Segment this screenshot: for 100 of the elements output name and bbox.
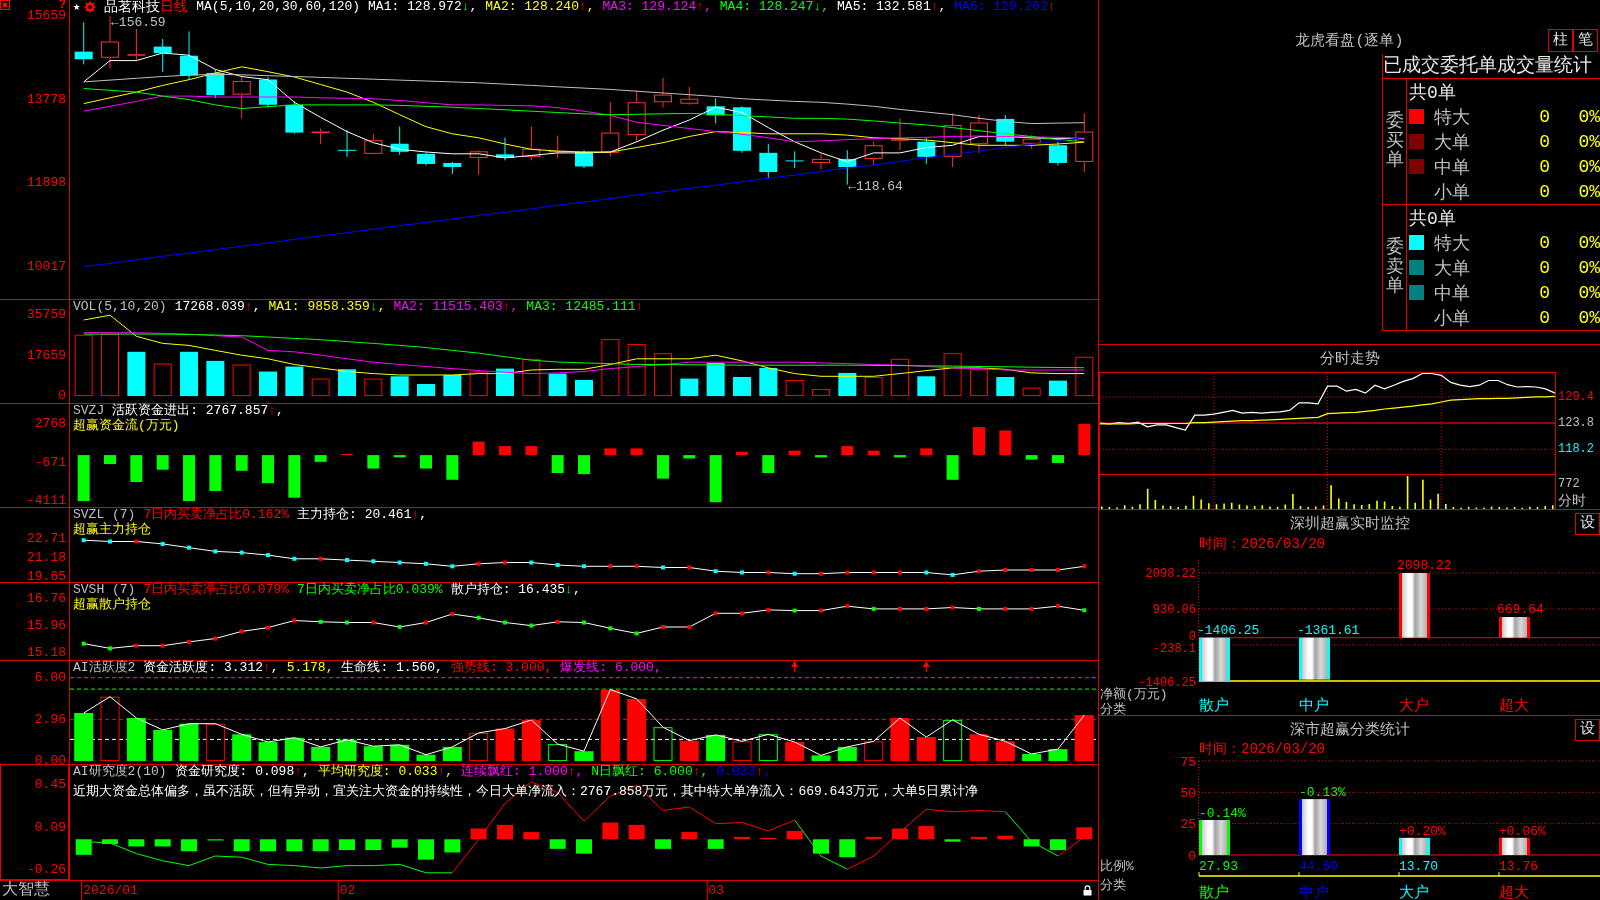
candlestick	[1075, 112, 1094, 173]
axis-label: 2768	[34, 417, 66, 432]
legend-separator: ,	[575, 765, 584, 779]
candlestick	[1048, 141, 1067, 166]
group-label: 委买单	[1385, 111, 1404, 172]
change-marker	[397, 560, 402, 565]
order-type: 特大	[1434, 106, 1471, 129]
order-share: 0%	[1577, 156, 1600, 177]
axis-title: 比例%	[1100, 859, 1134, 874]
settings-button[interactable]: 设	[1575, 513, 1600, 535]
change-marker	[1003, 568, 1008, 572]
change-marker	[450, 612, 455, 616]
legend-separator: ,	[704, 0, 712, 14]
view-button[interactable]: 柱	[1548, 28, 1573, 52]
change-marker	[424, 620, 428, 625]
net-amount-bar	[1399, 573, 1430, 638]
activity-bar	[653, 727, 673, 762]
section-title: 深圳超赢实时监控	[1289, 514, 1410, 533]
activity-bar	[785, 742, 805, 762]
research-bar	[707, 839, 724, 849]
change-marker	[713, 611, 718, 616]
research-bar	[418, 839, 434, 860]
activity-bar	[416, 754, 436, 762]
order-share: 0%	[1577, 106, 1600, 127]
change-marker	[582, 564, 586, 569]
flow-bar	[235, 455, 248, 471]
legend-separator: ,	[821, 0, 830, 14]
axis-label: 2098.22	[1145, 567, 1196, 582]
research-bar	[602, 822, 619, 840]
legend-separator: ,	[572, 583, 581, 597]
axis-label: -0.26	[27, 863, 66, 878]
favorite-star[interactable]: ★	[73, 0, 81, 14]
change-marker	[529, 560, 534, 565]
candlestick	[680, 86, 699, 106]
volume-bar	[812, 389, 830, 397]
view-button[interactable]: 笔	[1573, 28, 1598, 52]
candlestick	[891, 117, 909, 151]
flow-bar	[920, 448, 933, 456]
change-marker	[213, 549, 218, 554]
axis-title: 分类	[1100, 878, 1126, 893]
square-icon[interactable]	[0, 0, 10, 10]
activity-bar	[679, 740, 699, 762]
share-bar	[1499, 837, 1530, 855]
legend-separator: ,	[252, 300, 261, 314]
research-bar	[970, 836, 987, 840]
net-amount-bar	[1499, 617, 1530, 638]
research-bar	[786, 830, 803, 840]
activity-bar	[153, 729, 173, 762]
candlestick	[311, 128, 330, 145]
volume-bar	[759, 367, 778, 397]
change-marker	[345, 558, 349, 563]
help-mark[interactable]: ?	[58, 0, 66, 10]
candlestick	[338, 129, 356, 158]
activity-bar	[311, 746, 331, 762]
change-marker	[1029, 568, 1034, 572]
settings-button[interactable]: 设	[1575, 719, 1600, 741]
category-label: 超大	[1499, 698, 1529, 715]
value-label: 2098.22	[1397, 558, 1452, 573]
change-marker	[476, 615, 481, 620]
change-marker	[503, 620, 507, 625]
change-marker	[108, 646, 113, 651]
candlestick	[206, 68, 225, 99]
value-label: 669.64	[1497, 602, 1544, 617]
research-bar	[497, 824, 513, 840]
indicator-subtitle: 超赢主力持仓	[73, 523, 151, 537]
gear-icon[interactable]	[84, 1, 97, 13]
axis-label: 25	[1180, 817, 1196, 833]
axis-label: -671	[34, 455, 66, 470]
flow-bar	[393, 455, 406, 458]
activity-bar	[284, 737, 304, 762]
change-marker	[740, 570, 744, 575]
section-title: 深市超赢分类统计	[1289, 720, 1410, 739]
change-marker	[503, 560, 507, 565]
activity-bar	[205, 723, 225, 762]
activity-bar	[969, 734, 989, 762]
period-label[interactable]: 日线	[160, 0, 189, 14]
signal-arrow	[922, 661, 930, 673]
change-marker	[871, 606, 876, 611]
trend-arrow: ↑	[411, 508, 420, 522]
volume-bar	[311, 378, 330, 397]
legend-text: 7日内买卖净占比0.039%	[297, 583, 443, 597]
order-share: 0%	[1577, 257, 1600, 278]
legend-separator: ,	[586, 0, 595, 14]
flow-bar	[867, 450, 880, 456]
volume-bar	[522, 358, 541, 397]
change-marker	[266, 553, 270, 558]
order-total: 共0单	[1408, 81, 1456, 104]
activity-bar	[732, 741, 752, 762]
flow-bar	[156, 455, 169, 470]
axis-label: 0	[1188, 848, 1196, 864]
axis-label: 13778	[27, 92, 66, 107]
legend-text: MA2: 11515.403	[393, 300, 503, 314]
candlestick	[812, 153, 830, 170]
change-marker	[766, 607, 771, 612]
change-marker	[450, 564, 455, 569]
trend-arrow: ↑	[578, 0, 587, 14]
research-bar	[655, 839, 671, 849]
research-bar	[312, 839, 329, 852]
change-marker	[687, 565, 692, 570]
candlestick	[969, 114, 988, 154]
